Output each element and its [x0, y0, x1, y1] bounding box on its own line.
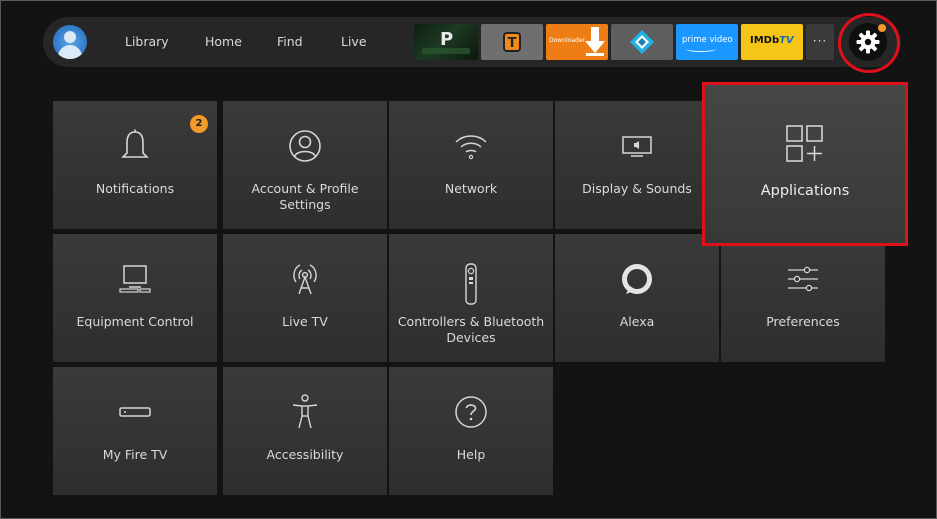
- tile-display-sounds[interactable]: Display & Sounds: [555, 101, 719, 229]
- tile-label: Controllers & Bluetooth Devices: [397, 314, 545, 345]
- tile-live-tv[interactable]: Live TV: [223, 234, 387, 362]
- imdb-tv-icon[interactable]: IMDbTV: [741, 24, 803, 60]
- nav-home[interactable]: Home: [205, 17, 242, 67]
- top-navigation-bar: Library Home Find Live P T Downloader pr…: [43, 17, 901, 67]
- tile-equipment-control[interactable]: Equipment Control: [53, 234, 217, 362]
- notification-count-badge: 2: [190, 115, 208, 133]
- tile-network[interactable]: Network: [389, 101, 553, 229]
- tv-sound-icon: [622, 136, 652, 157]
- accessibility-icon: [292, 394, 318, 429]
- more-icon: ···: [812, 34, 828, 48]
- nav-library[interactable]: Library: [125, 17, 169, 67]
- profile-icon: [289, 130, 321, 162]
- tile-applications[interactable]: Applications: [705, 85, 905, 243]
- more-apps-button[interactable]: ···: [806, 24, 834, 60]
- prime-video-label: prime video: [682, 35, 733, 45]
- tile-label: Display & Sounds: [582, 181, 692, 196]
- gear-icon: [856, 30, 880, 54]
- plex-icon[interactable]: P: [414, 24, 478, 60]
- tile-help[interactable]: Help: [389, 367, 553, 495]
- tile-label: Preferences: [766, 314, 840, 329]
- tile-label: Network: [444, 181, 498, 196]
- tile-accessibility[interactable]: Accessibility: [223, 367, 387, 495]
- tile-icon-wrap: [223, 262, 387, 296]
- alexa-icon: [622, 264, 652, 294]
- download-arrow-icon: [585, 27, 605, 56]
- monitor-icon: [119, 265, 151, 293]
- tile-label: Accessibility: [266, 447, 344, 462]
- tile-icon-wrap: [721, 262, 885, 296]
- tile-alexa[interactable]: Alexa: [555, 234, 719, 362]
- tile-notifications[interactable]: 2 Notifications: [53, 101, 217, 229]
- imdb-tv-text: TV: [779, 35, 794, 46]
- tile-icon-wrap: [555, 262, 719, 296]
- bell-icon: [121, 129, 149, 158]
- tile-my-fire-tv[interactable]: My Fire TV: [53, 367, 217, 495]
- nav-find[interactable]: Find: [277, 17, 303, 67]
- tile-icon-wrap: [389, 129, 553, 163]
- tile-icon-wrap: [705, 123, 905, 165]
- tile-label: Help: [456, 447, 486, 462]
- imdb-label: IMDbTV: [750, 35, 794, 46]
- tile-icon-wrap: [389, 395, 553, 429]
- tile-icon-wrap: [389, 262, 553, 305]
- tile-preferences[interactable]: Preferences: [721, 234, 885, 362]
- wifi-icon: [455, 135, 487, 160]
- fire-tv-settings-screen: Library Home Find Live P T Downloader pr…: [0, 0, 937, 519]
- tile-label: Account & Profile Settings: [251, 181, 359, 212]
- remote-icon: [465, 263, 477, 305]
- sliders-icon: [788, 266, 818, 292]
- antenna-icon: [293, 264, 317, 295]
- apps-grid-icon: [786, 125, 823, 162]
- tile-icon-wrap: [223, 129, 387, 163]
- plex-glyph: P: [440, 29, 454, 50]
- prime-video-icon[interactable]: prime video: [676, 24, 738, 60]
- downloader-icon[interactable]: Downloader: [546, 24, 608, 60]
- tile-label: Live TV: [282, 314, 328, 329]
- t-app-icon[interactable]: T: [481, 24, 543, 60]
- settings-notification-dot: [878, 24, 886, 32]
- avatar-head: [64, 31, 76, 43]
- tile-icon-wrap: [223, 394, 387, 429]
- avatar-body: [58, 45, 82, 59]
- tile-label: Equipment Control: [76, 314, 194, 329]
- tile-account-profile[interactable]: Account & Profile Settings: [223, 101, 387, 229]
- kodi-logo-icon: [630, 30, 654, 54]
- prime-smile-icon: [686, 46, 716, 52]
- help-icon: [455, 396, 487, 428]
- settings-gear-button[interactable]: [849, 23, 887, 61]
- profile-avatar[interactable]: [53, 25, 87, 59]
- fire-tv-device-icon: [119, 407, 151, 417]
- tile-label: Applications: [760, 183, 850, 199]
- plex-art: [422, 48, 470, 54]
- tile-icon-wrap: [53, 129, 217, 163]
- tile-icon-wrap: [53, 395, 217, 429]
- tile-label: Alexa: [619, 314, 655, 329]
- tile-icon-wrap: [555, 129, 719, 163]
- tile-controllers-bluetooth[interactable]: Controllers & Bluetooth Devices: [389, 234, 553, 362]
- downloader-label: Downloader: [549, 37, 585, 44]
- imdb-text: IMDb: [750, 35, 780, 46]
- tile-label: Notifications: [95, 181, 175, 196]
- tile-icon-wrap: [53, 262, 217, 296]
- tile-label: My Fire TV: [102, 447, 168, 462]
- nav-live[interactable]: Live: [341, 17, 367, 67]
- t-app-letter: T: [503, 32, 521, 52]
- kodi-icon[interactable]: [611, 24, 673, 60]
